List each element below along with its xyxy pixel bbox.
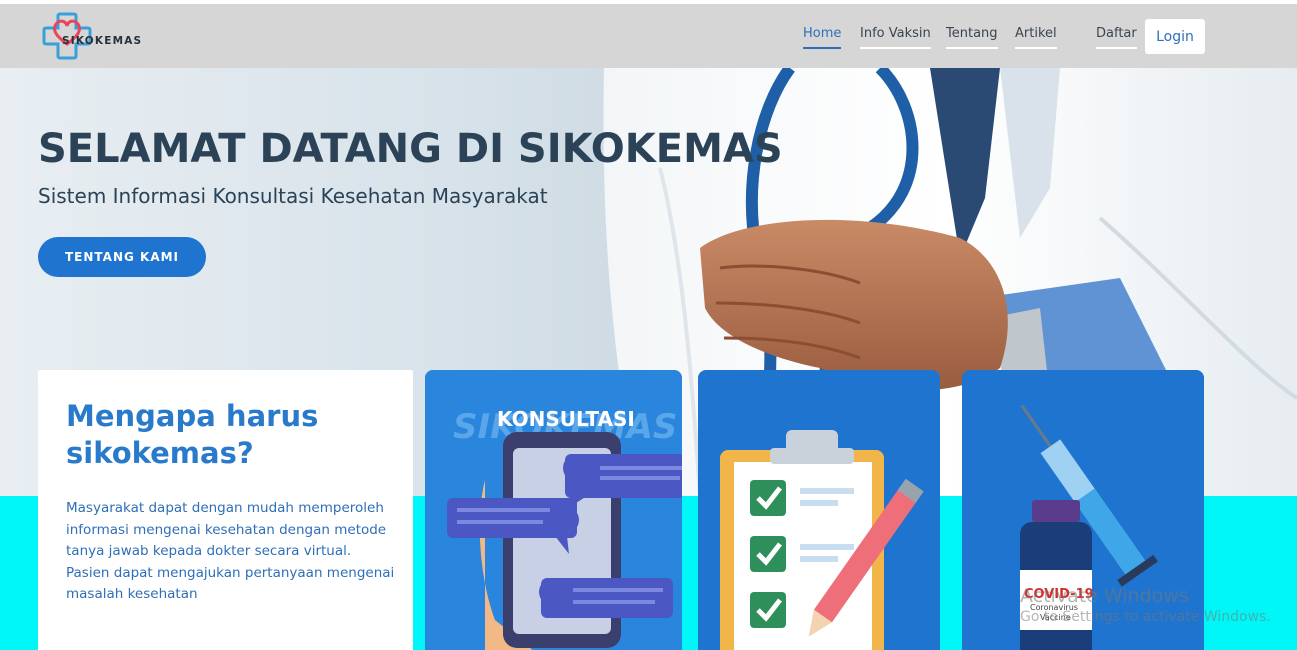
- hero-title: SELAMAT DATANG DI SIKOKEMAS: [38, 126, 783, 172]
- brand-logo[interactable]: SIKOKEMAS: [42, 10, 172, 62]
- windows-activation-watermark: Activate Windows Go to Settings to activ…: [1020, 585, 1271, 625]
- nav-home[interactable]: Home: [803, 26, 842, 49]
- consultation-heading: KONSULTASI: [497, 407, 635, 431]
- about-us-button[interactable]: TENTANG KAMI: [38, 237, 206, 277]
- nav-info-vaksin[interactable]: Info Vaksin: [860, 26, 931, 49]
- why-description: Masyarakat dapat dengan mudah memperoleh…: [66, 500, 395, 602]
- nav-artikel[interactable]: Artikel: [1015, 26, 1057, 49]
- login-button[interactable]: Login: [1145, 19, 1205, 54]
- clipboard-checklist-icon: [720, 430, 924, 650]
- hero-subtitle: Sistem Informasi Konsultasi Kesehatan Ma…: [38, 184, 548, 208]
- watermark-line-2: Go to Settings to activate Windows.: [1020, 609, 1271, 625]
- checklist-card[interactable]: [698, 370, 940, 650]
- brand-name: SIKOKEMAS: [62, 35, 143, 47]
- watermark-line-1: Activate Windows: [1020, 585, 1189, 607]
- why-title: Mengapa harus sikokemas?: [66, 399, 319, 470]
- consultation-illustration: SIKOKEMAS KONSULTASI: [425, 370, 682, 650]
- nav-daftar[interactable]: Daftar: [1096, 26, 1137, 49]
- consultation-card[interactable]: SIKOKEMAS KONSULTASI: [425, 370, 682, 650]
- why-sikokemas-box: Mengapa harus sikokemas? Masyarakat dapa…: [38, 370, 413, 650]
- nav-tentang[interactable]: Tentang: [946, 26, 998, 49]
- navbar: SIKOKEMAS Home Info Vaksin Tentang Artik…: [0, 4, 1297, 68]
- page: SELAMAT DATANG DI SIKOKEMAS Sistem Infor…: [0, 0, 1297, 650]
